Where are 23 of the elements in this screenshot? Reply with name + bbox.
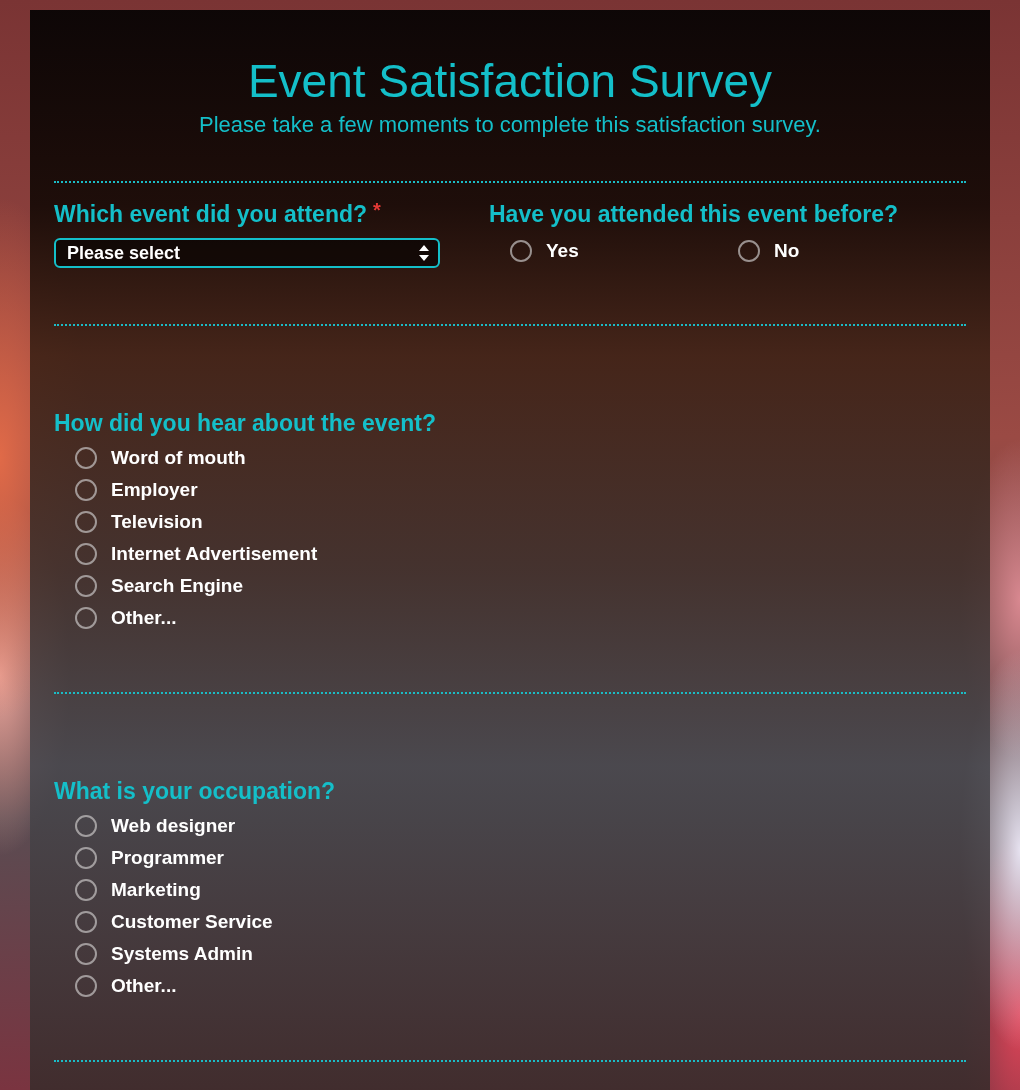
required-asterisk: * bbox=[373, 200, 381, 220]
radio-option[interactable]: Internet Advertisement bbox=[75, 538, 318, 570]
radio-option[interactable]: Marketing bbox=[75, 874, 201, 906]
radio-option[interactable]: Employer bbox=[75, 474, 198, 506]
survey-title: Event Satisfaction Survey bbox=[246, 55, 774, 107]
question-label: Have you attended this event before? bbox=[489, 200, 898, 228]
radio-option[interactable]: Television bbox=[75, 506, 203, 538]
radio-option[interactable]: No bbox=[738, 235, 800, 267]
question-label: Which event did you attend? bbox=[54, 200, 368, 228]
radio-option[interactable]: Programmer bbox=[75, 842, 224, 874]
radio-option[interactable]: Search Engine bbox=[75, 570, 243, 602]
question-label: What is your occupation? bbox=[54, 777, 336, 805]
select-arrows-icon bbox=[419, 245, 429, 261]
radio-option[interactable]: Web designer bbox=[75, 810, 236, 842]
radio-option[interactable]: Word of mouth bbox=[75, 442, 246, 474]
radio-option[interactable]: Yes bbox=[510, 235, 579, 267]
radio-option[interactable]: Other... bbox=[75, 970, 177, 1002]
question-label: How did you hear about the event? bbox=[54, 409, 437, 437]
radio-option[interactable]: Other... bbox=[75, 602, 177, 634]
survey-subtitle: Please take a few moments to complete this satisfaction survey. bbox=[198, 112, 822, 138]
select-dropdown[interactable]: Please select bbox=[54, 238, 440, 268]
radio-option[interactable]: Customer Service bbox=[75, 906, 273, 938]
radio-option[interactable]: Systems Admin bbox=[75, 938, 253, 970]
